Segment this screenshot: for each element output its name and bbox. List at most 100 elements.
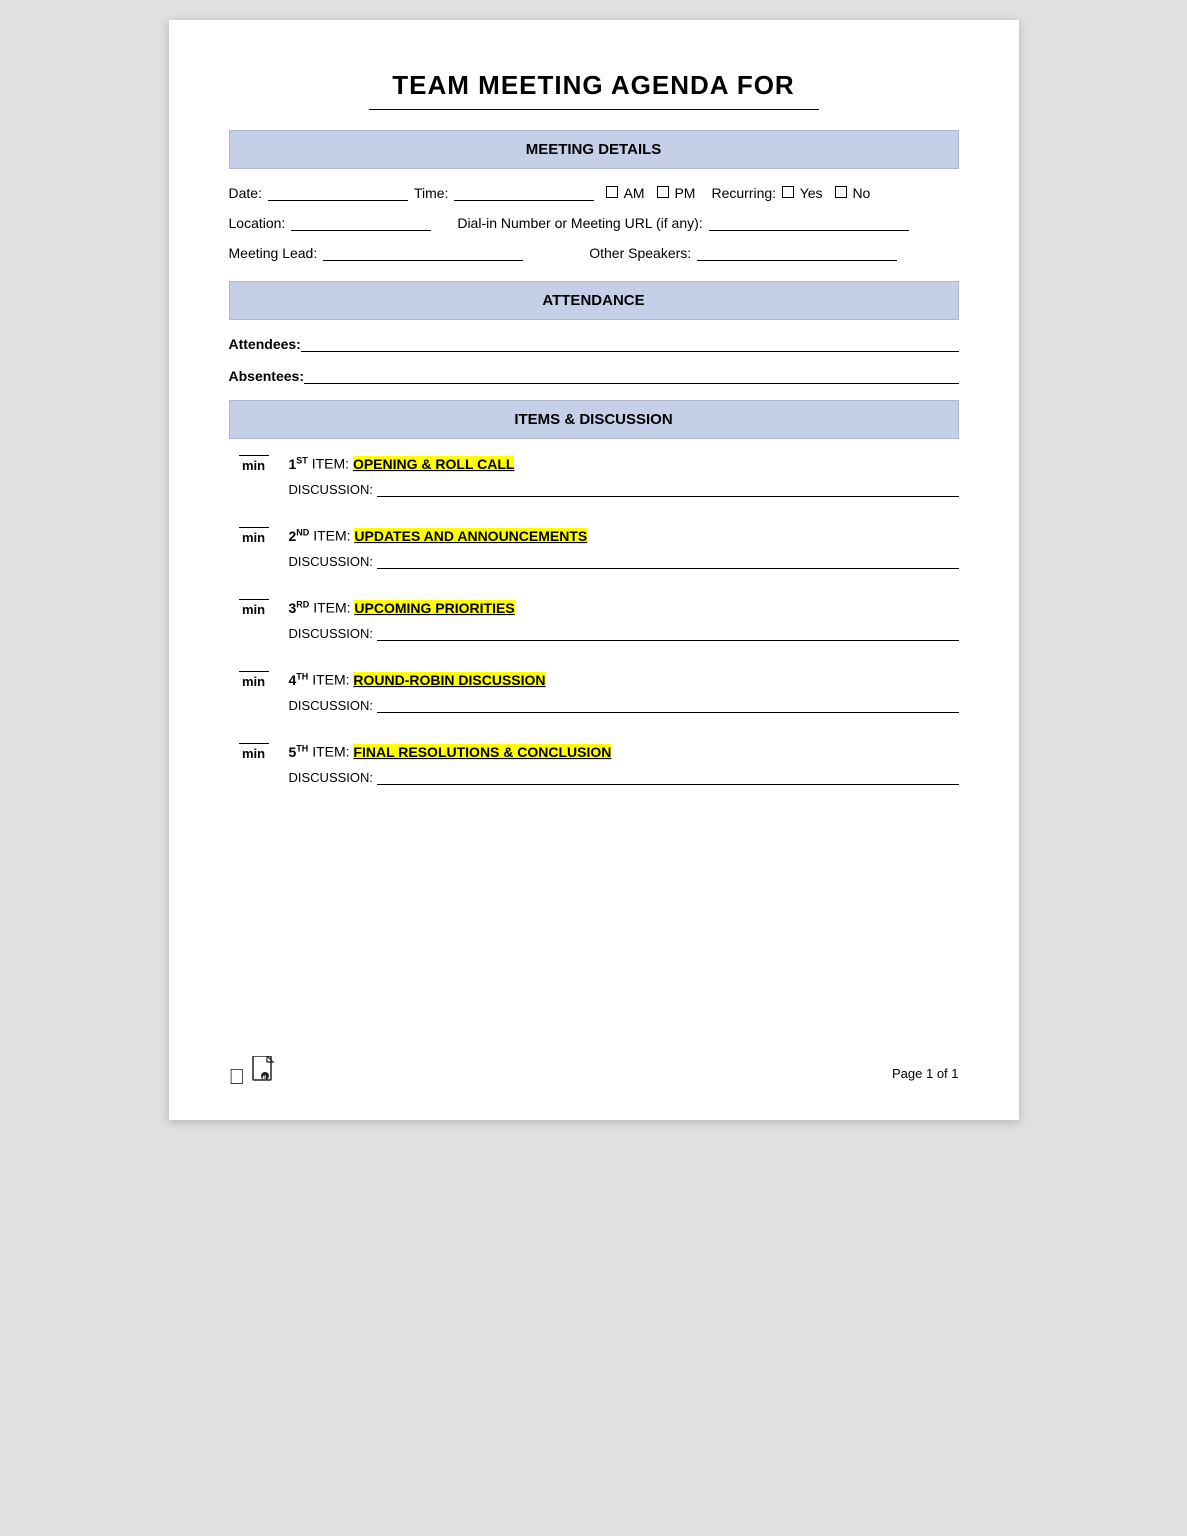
page-number: Page 1 of 1 bbox=[892, 1066, 959, 1081]
items-discussion-section: ITEMS & DISCUSSION min 1ST ITEM: OPENING… bbox=[229, 400, 959, 785]
location-field[interactable] bbox=[291, 215, 431, 231]
item-highlight-4: ROUND-ROBIN DISCUSSION bbox=[353, 672, 545, 688]
min-text-4: min bbox=[242, 674, 265, 689]
item-title-5: 5TH ITEM: FINAL RESOLUTIONS & CONCLUSION bbox=[289, 743, 959, 760]
item-ordinal-4: TH bbox=[296, 671, 308, 681]
min-text-2: min bbox=[242, 530, 265, 545]
time-field[interactable] bbox=[454, 185, 594, 201]
attendees-field[interactable] bbox=[301, 336, 959, 352]
absentees-row: Absentees : bbox=[229, 368, 959, 384]
item-title-3: 3RD ITEM: UPCOMING PRIORITIES bbox=[289, 599, 959, 616]
discussion-row-1: DISCUSSION: bbox=[289, 481, 959, 497]
attendees-label: Attendees: bbox=[229, 336, 301, 352]
no-checkbox-group: No bbox=[835, 185, 871, 201]
document-icon: e bbox=[251, 1056, 279, 1084]
discussion-field-2[interactable] bbox=[377, 553, 958, 569]
absentees-label: Absentees bbox=[229, 368, 300, 384]
meeting-lead-label: Meeting Lead: bbox=[229, 245, 318, 261]
item-title-2: 2ND ITEM: UPDATES AND ANNOUNCEMENTS bbox=[289, 527, 959, 544]
min-text-1: min bbox=[242, 458, 265, 473]
min-block-5: min bbox=[229, 743, 279, 761]
pm-label: PM bbox=[674, 185, 695, 201]
min-line-5 bbox=[239, 743, 269, 744]
footer:  e Page 1 of 1 bbox=[229, 1056, 959, 1090]
item-highlight-1: OPENING & ROLL CALL bbox=[353, 456, 515, 472]
min-text-3: min bbox=[242, 602, 265, 617]
min-line-1 bbox=[239, 455, 269, 456]
item-number-3: 3RD bbox=[289, 600, 310, 616]
meeting-details-header: MEETING DETAILS bbox=[229, 130, 959, 169]
discussion-label-4: DISCUSSION: bbox=[289, 698, 374, 713]
recurring-label: Recurring: bbox=[711, 185, 776, 201]
attendance-section: ATTENDANCE Attendees: Absentees : bbox=[229, 281, 959, 384]
agenda-item-5: min 5TH ITEM: FINAL RESOLUTIONS & CONCLU… bbox=[229, 743, 959, 785]
title-underline bbox=[369, 109, 819, 110]
attendees-row: Attendees: bbox=[229, 336, 959, 352]
items-discussion-header: ITEMS & DISCUSSION bbox=[229, 400, 959, 439]
min-block-2: min bbox=[229, 527, 279, 545]
location-label: Location: bbox=[229, 215, 286, 231]
yes-checkbox-group: Yes bbox=[782, 185, 822, 201]
dialin-label: Dial-in Number or Meeting URL (if any): bbox=[457, 215, 702, 231]
item-ordinal-2: ND bbox=[296, 527, 309, 537]
discussion-label-1: DISCUSSION: bbox=[289, 482, 374, 497]
min-line-4 bbox=[239, 671, 269, 672]
item-ordinal-3: RD bbox=[296, 599, 309, 609]
min-block-3: min bbox=[229, 599, 279, 617]
item-title-4: 4TH ITEM: ROUND-ROBIN DISCUSSION bbox=[289, 671, 959, 688]
agenda-item-3: min 3RD ITEM: UPCOMING PRIORITIES DISCUS… bbox=[229, 599, 959, 641]
discussion-field-3[interactable] bbox=[377, 625, 958, 641]
discussion-field-4[interactable] bbox=[377, 697, 958, 713]
agenda-item-2: min 2ND ITEM: UPDATES AND ANNOUNCEMENTS … bbox=[229, 527, 959, 569]
item-number-1: 1ST bbox=[289, 456, 308, 472]
item-number-5: 5TH bbox=[289, 744, 309, 760]
document-page: TEAM MEETING AGENDA FOR MEETING DETAILS … bbox=[169, 20, 1019, 1120]
item-highlight-5: FINAL RESOLUTIONS & CONCLUSION bbox=[353, 744, 611, 760]
item-prefix-4: ITEM: bbox=[312, 672, 353, 688]
date-field[interactable] bbox=[268, 185, 408, 201]
min-text-5: min bbox=[242, 746, 265, 761]
time-label: Time: bbox=[414, 185, 448, 201]
item-prefix-3: ITEM: bbox=[313, 600, 354, 616]
yes-checkbox[interactable] bbox=[782, 186, 794, 198]
discussion-label-3: DISCUSSION: bbox=[289, 626, 374, 641]
discussion-row-2: DISCUSSION: bbox=[289, 553, 959, 569]
am-label: AM bbox=[624, 185, 645, 201]
item-prefix-5: ITEM: bbox=[312, 744, 353, 760]
agenda-item-1: min 1ST ITEM: OPENING & ROLL CALL DISCUS… bbox=[229, 455, 959, 497]
dialin-field[interactable] bbox=[709, 215, 909, 231]
other-speakers-field[interactable] bbox=[697, 245, 897, 261]
main-title: TEAM MEETING AGENDA FOR bbox=[229, 70, 959, 101]
discussion-label-5: DISCUSSION: bbox=[289, 770, 374, 785]
item-number-4: 4TH bbox=[289, 672, 309, 688]
am-checkbox[interactable] bbox=[606, 186, 618, 198]
item-ordinal-5: TH bbox=[296, 743, 308, 753]
absentees-field[interactable] bbox=[304, 368, 959, 384]
discussion-field-5[interactable] bbox=[377, 769, 958, 785]
location-row: Location: Dial-in Number or Meeting URL … bbox=[229, 215, 959, 231]
item-highlight-3: UPCOMING PRIORITIES bbox=[354, 600, 514, 616]
item-prefix-1: ITEM: bbox=[312, 456, 353, 472]
min-block-1: min bbox=[229, 455, 279, 473]
discussion-row-5: DISCUSSION: bbox=[289, 769, 959, 785]
am-checkbox-group: AM bbox=[606, 185, 644, 201]
no-checkbox[interactable] bbox=[835, 186, 847, 198]
pm-checkbox[interactable] bbox=[657, 186, 669, 198]
meeting-lead-field[interactable] bbox=[323, 245, 523, 261]
lead-row: Meeting Lead: Other Speakers: bbox=[229, 245, 959, 261]
agenda-item-4: min 4TH ITEM: ROUND-ROBIN DISCUSSION DIS… bbox=[229, 671, 959, 713]
yes-label: Yes bbox=[800, 185, 823, 201]
min-line-2 bbox=[239, 527, 269, 528]
pm-checkbox-group: PM bbox=[657, 185, 696, 201]
no-label: No bbox=[852, 185, 870, 201]
other-speakers-label: Other Speakers: bbox=[589, 245, 691, 261]
date-label: Date: bbox=[229, 185, 262, 201]
date-time-row: Date: Time: AM PM Recurring: Yes No bbox=[229, 185, 959, 201]
meeting-details-section: MEETING DETAILS Date: Time: AM PM Recurr… bbox=[229, 130, 959, 261]
discussion-label-2: DISCUSSION: bbox=[289, 554, 374, 569]
item-number-2: 2ND bbox=[289, 528, 310, 544]
item-highlight-2: UPDATES AND ANNOUNCEMENTS bbox=[354, 528, 587, 544]
discussion-row-3: DISCUSSION: bbox=[289, 625, 959, 641]
discussion-field-1[interactable] bbox=[377, 481, 958, 497]
attendance-header: ATTENDANCE bbox=[229, 281, 959, 320]
